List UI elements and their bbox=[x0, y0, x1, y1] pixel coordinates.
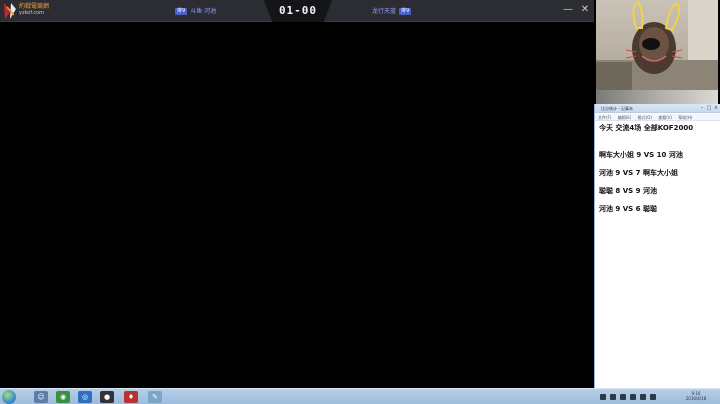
notepad-close-button[interactable]: × bbox=[713, 105, 719, 111]
notepad-title: 比分统计 - 记事本 bbox=[601, 106, 633, 111]
media-icon[interactable]: ● bbox=[100, 391, 114, 403]
menu-file[interactable]: 文件(F) bbox=[598, 115, 611, 120]
user-app-icon[interactable]: ☺ bbox=[34, 391, 48, 403]
logo-icon bbox=[2, 1, 18, 21]
notepad-line: 河池 9 VS 7 啊车大小姐 bbox=[599, 169, 678, 177]
notepad-line bbox=[599, 178, 717, 187]
notepad-text-area[interactable]: 今天 交流4场 全部KOF2000 啊车大小姐 9 VS 10 河池 河池 9 … bbox=[599, 124, 717, 214]
screen: 約戰電競網 yzkof.com 排9 斗鱼·河池 01-00 龙行天蓝 排9 —… bbox=[0, 0, 720, 404]
notepad-line: 聪聪 8 VS 9 河池 bbox=[599, 187, 657, 195]
player-left-rank-badge: 排9 bbox=[175, 8, 188, 15]
network-icon[interactable] bbox=[650, 394, 656, 400]
webcam-lower-strip bbox=[596, 90, 718, 104]
start-button[interactable] bbox=[2, 390, 16, 404]
notepad-line bbox=[599, 160, 717, 169]
tray-icon[interactable] bbox=[620, 394, 626, 400]
logo-url: yzkof.com bbox=[19, 10, 45, 16]
notepad-maximize-button[interactable]: □ bbox=[706, 105, 712, 111]
game-titlebar: 約戰電競網 yzkof.com 排9 斗鱼·河池 01-00 龙行天蓝 排9 —… bbox=[0, 0, 594, 22]
notepad-titlebar: 比分统计 - 记事本 – □ × bbox=[595, 104, 720, 113]
system-tray bbox=[600, 392, 656, 402]
tray-icon[interactable] bbox=[600, 394, 606, 400]
logo-text: 約戰電競網 yzkof.com bbox=[19, 3, 49, 17]
volume-icon[interactable] bbox=[640, 394, 646, 400]
taskbar-clock[interactable]: 9:16 2016/4/18 bbox=[682, 391, 710, 401]
notepad-line: 河池 9 VS 6 聪聪 bbox=[599, 205, 657, 213]
notepad-taskbar-icon[interactable]: ✎ bbox=[148, 391, 162, 403]
tray-icon[interactable] bbox=[610, 394, 616, 400]
menu-view[interactable]: 查看(V) bbox=[658, 115, 672, 120]
player-right-name: 龙行天蓝 bbox=[372, 8, 397, 15]
menu-format[interactable]: 格式(O) bbox=[638, 115, 652, 120]
notepad-window: 比分统计 - 记事本 – □ × 文件(F) 编辑(E) 格式(O) 查看(V)… bbox=[594, 104, 720, 388]
notepad-line bbox=[599, 133, 717, 142]
score-plate: 01-00 bbox=[264, 0, 332, 22]
logo-title: 約戰電競網 bbox=[19, 3, 50, 10]
notepad-line: 啊车大小姐 9 VS 10 河池 bbox=[599, 151, 683, 159]
player-right: 龙行天蓝 排9 bbox=[372, 7, 412, 16]
clock-date: 2016/4/18 bbox=[685, 396, 707, 401]
webcam-image bbox=[596, 0, 718, 90]
notepad-minimize-button[interactable]: – bbox=[699, 105, 705, 111]
player-right-rank-badge: 排9 bbox=[399, 8, 412, 15]
game-screen[interactable] bbox=[0, 22, 594, 388]
tray-icon[interactable] bbox=[630, 394, 636, 400]
taskbar: ☺ ◉ ◎ ● ♦ ✎ 9:16 2016/4/18 bbox=[0, 388, 720, 404]
close-button[interactable]: ✕ bbox=[577, 2, 593, 18]
game-client-icon[interactable]: ♦ bbox=[124, 391, 138, 403]
player-left-name: 斗鱼·河池 bbox=[190, 8, 217, 15]
notepad-line: 今天 交流4场 全部KOF2000 bbox=[599, 124, 694, 132]
player-left: 排9 斗鱼·河池 bbox=[175, 7, 216, 16]
notepad-line bbox=[599, 196, 717, 205]
browser-icon[interactable]: ◎ bbox=[78, 391, 92, 403]
notepad-line bbox=[599, 142, 717, 151]
notepad-menubar: 文件(F) 编辑(E) 格式(O) 查看(V) 帮助(H) bbox=[595, 114, 720, 121]
menu-edit[interactable]: 编辑(E) bbox=[618, 115, 632, 120]
webcam-feed bbox=[596, 0, 718, 90]
menu-help[interactable]: 帮助(H) bbox=[678, 115, 692, 120]
chrome-icon[interactable]: ◉ bbox=[56, 391, 70, 403]
match-score: 01-00 bbox=[278, 4, 318, 17]
minimize-button[interactable]: — bbox=[560, 2, 576, 18]
